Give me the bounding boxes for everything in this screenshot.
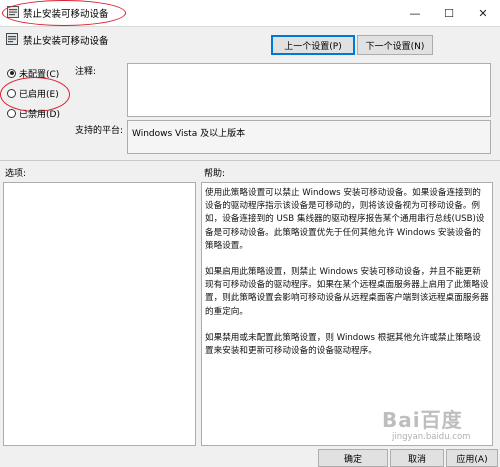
title-highlight-circle [2, 0, 126, 26]
maximize-icon: ☐ [444, 6, 454, 20]
close-icon: ✕ [478, 6, 488, 20]
comment-label: 注释: [75, 67, 97, 77]
radio-button-checked[interactable] [7, 68, 16, 78]
watermark-url: jingyan.baidu.com [392, 432, 471, 442]
enabled-highlight-circle [0, 77, 70, 112]
ok-button[interactable]: 确定 [318, 449, 388, 467]
maximize-button[interactable]: ☐ [432, 0, 466, 26]
baidu-watermark: Bai百度 jingyan.baidu.com [382, 404, 500, 456]
supported-on-value: Windows Vista 及以上版本 [132, 129, 246, 139]
help-paragraph: 如果启用此策略设置，则禁止 Windows 安装可移动设备，并且不能更新现有可移… [205, 267, 489, 317]
close-button[interactable]: ✕ [466, 0, 500, 26]
ok-label: 确定 [343, 454, 362, 465]
divider [0, 160, 500, 161]
watermark-logo: Bai百度 [382, 408, 463, 432]
options-label: 选项: [5, 169, 27, 179]
supported-on-box: Windows Vista 及以上版本 [127, 120, 491, 154]
radio-button[interactable] [7, 108, 16, 118]
previous-setting-button[interactable]: 上一个设置(P) [271, 35, 355, 55]
next-setting-label: 下一个设置(N) [365, 41, 425, 52]
next-setting-button[interactable]: 下一个设置(N) [357, 35, 433, 55]
title-bar: 禁止安装可移动设备 — ☐ ✕ [0, 0, 500, 27]
previous-setting-label: 上一个设置(P) [284, 41, 342, 52]
help-paragraph: 如果禁用或未配置此策略设置，则 Windows 根据其他允许或禁止策略设置来安装… [205, 332, 481, 357]
policy-name: 禁止安装可移动设备 [23, 36, 109, 47]
supported-on-label: 支持的平台: [75, 126, 124, 136]
policy-icon [6, 33, 18, 45]
minimize-icon: — [409, 6, 421, 20]
help-label: 帮助: [204, 169, 226, 179]
minimize-button[interactable]: — [398, 0, 432, 26]
help-paragraph: 使用此策略设置可以禁止 Windows 安装可移动设备。如果设备连接到的设备的驱… [205, 188, 485, 251]
options-pane [3, 182, 196, 446]
help-text: 使用此策略设置可以禁止 Windows 安装可移动设备。如果设备连接到的设备的驱… [205, 187, 489, 371]
comment-textarea[interactable] [127, 63, 491, 117]
